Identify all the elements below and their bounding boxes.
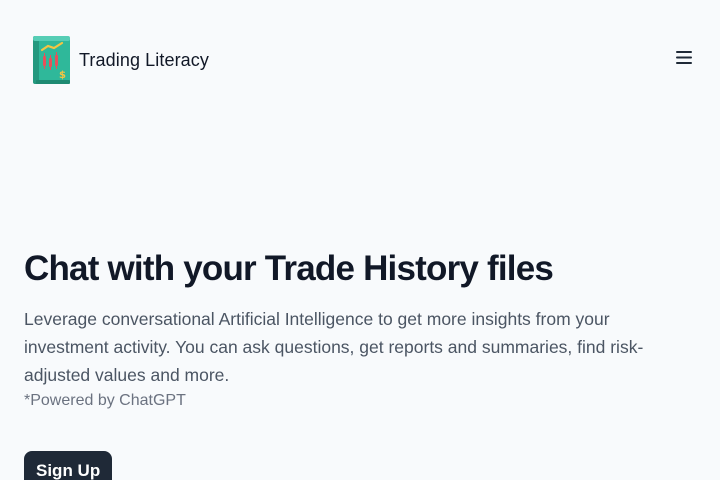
- brand-link[interactable]: $ Trading Literacy: [32, 34, 209, 86]
- hero-section: Chat with your Trade History files Lever…: [24, 248, 696, 480]
- hero-title: Chat with your Trade History files: [24, 249, 554, 288]
- hero-description: Leverage conversational Artificial Intel…: [24, 309, 644, 385]
- brand-name: Trading Literacy: [79, 49, 209, 70]
- menu-button[interactable]: [672, 46, 696, 68]
- trading-book-icon: $: [33, 36, 70, 84]
- hamburger-menu-icon: [676, 50, 692, 64]
- sign-up-button[interactable]: Sign Up: [24, 451, 113, 480]
- site-header: $ Trading Literacy: [0, 0, 720, 120]
- svg-text:$: $: [59, 70, 66, 81]
- powered-by-note: *Powered by ChatGPT: [24, 392, 186, 409]
- landing-page: $ Trading Literacy Chat with your Trade …: [0, 0, 720, 480]
